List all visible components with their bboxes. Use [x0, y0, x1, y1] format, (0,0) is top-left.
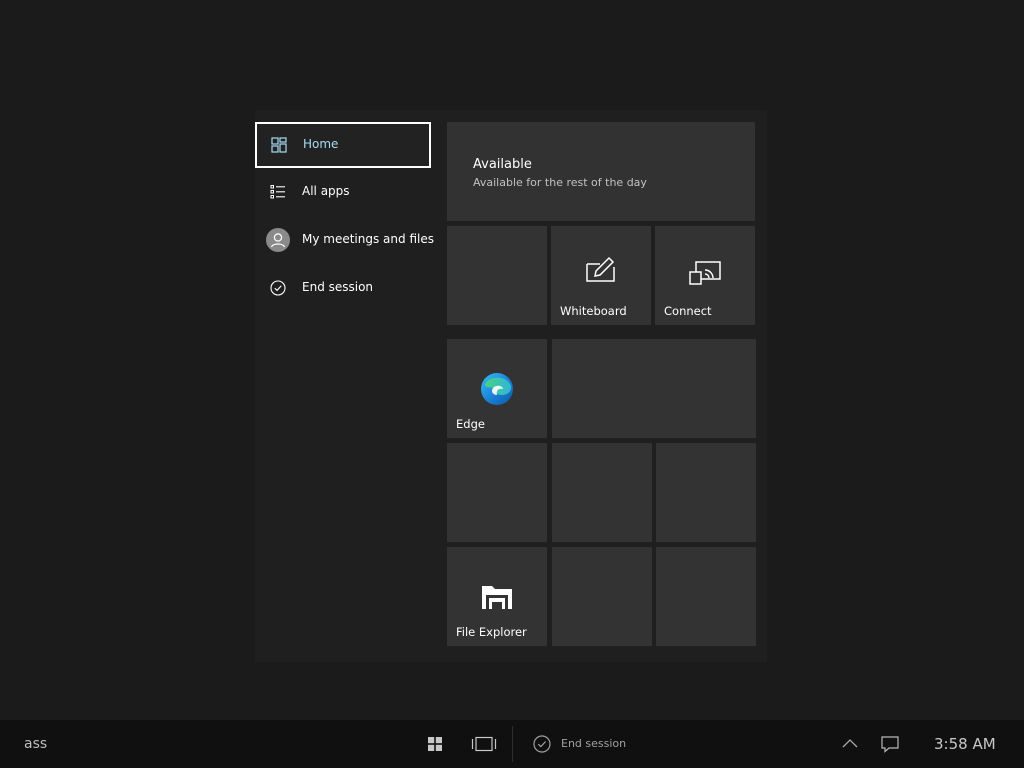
edge-label: Edge	[456, 417, 485, 431]
taskbar-left-text: ass	[24, 736, 48, 752]
checkmark-circle-icon	[270, 280, 286, 296]
nav-label-all-apps: All apps	[302, 184, 350, 198]
person-avatar-icon	[266, 228, 290, 252]
nav-item-home[interactable]: Home	[255, 122, 431, 168]
file-explorer-label: File Explorer	[456, 625, 527, 639]
nav-item-all-apps[interactable]: All apps	[255, 170, 431, 216]
status-title: Available	[473, 157, 532, 172]
chevron-up-icon[interactable]	[841, 737, 859, 749]
connect-tile[interactable]: Connect	[655, 226, 755, 325]
empty-tile[interactable]	[552, 443, 652, 542]
empty-tile[interactable]	[552, 547, 652, 646]
edge-tile[interactable]: Edge	[447, 339, 547, 438]
edge-logo-icon	[481, 373, 513, 405]
connect-label: Connect	[664, 304, 712, 318]
taskbar-end-session-label: End session	[561, 737, 627, 750]
checkmark-circle-icon	[533, 735, 551, 753]
start-panel: Home All apps My meetings and files End …	[255, 110, 767, 662]
file-explorer-tile[interactable]: File Explorer	[447, 547, 547, 646]
empty-tile[interactable]	[447, 443, 547, 542]
empty-tile[interactable]	[656, 547, 756, 646]
nav-label-my-meetings: My meetings and files	[302, 232, 434, 246]
task-view-icon[interactable]	[471, 736, 497, 752]
cast-icon	[689, 261, 721, 285]
empty-wide-tile[interactable]	[552, 339, 756, 438]
empty-tile[interactable]	[656, 443, 756, 542]
whiteboard-icon	[586, 256, 615, 282]
availability-tile[interactable]: Available Available for the rest of the …	[447, 122, 755, 221]
taskbar-end-session-button[interactable]: End session	[530, 732, 640, 756]
taskbar-divider	[512, 726, 513, 762]
whiteboard-tile[interactable]: Whiteboard	[551, 226, 651, 325]
nav-label-home: Home	[303, 137, 339, 151]
empty-tile[interactable]	[447, 226, 547, 325]
status-subtitle: Available for the rest of the day	[473, 176, 647, 189]
taskbar: ass End session 3:58 AM	[0, 720, 1024, 768]
tile-grid: Available Available for the rest of the …	[447, 122, 757, 652]
nav-label-end-session: End session	[302, 280, 374, 294]
list-icon	[270, 185, 285, 199]
taskbar-clock[interactable]: 3:58 AM	[934, 735, 996, 753]
home-icon	[271, 137, 287, 153]
nav-item-my-meetings[interactable]: My meetings and files	[255, 218, 434, 264]
desktop: Home All apps My meetings and files End …	[0, 0, 1024, 720]
folder-icon	[482, 586, 512, 609]
notification-icon[interactable]	[880, 735, 900, 753]
nav-item-end-session[interactable]: End session	[255, 266, 431, 312]
windows-start-icon[interactable]	[427, 736, 443, 752]
whiteboard-label: Whiteboard	[560, 304, 627, 318]
